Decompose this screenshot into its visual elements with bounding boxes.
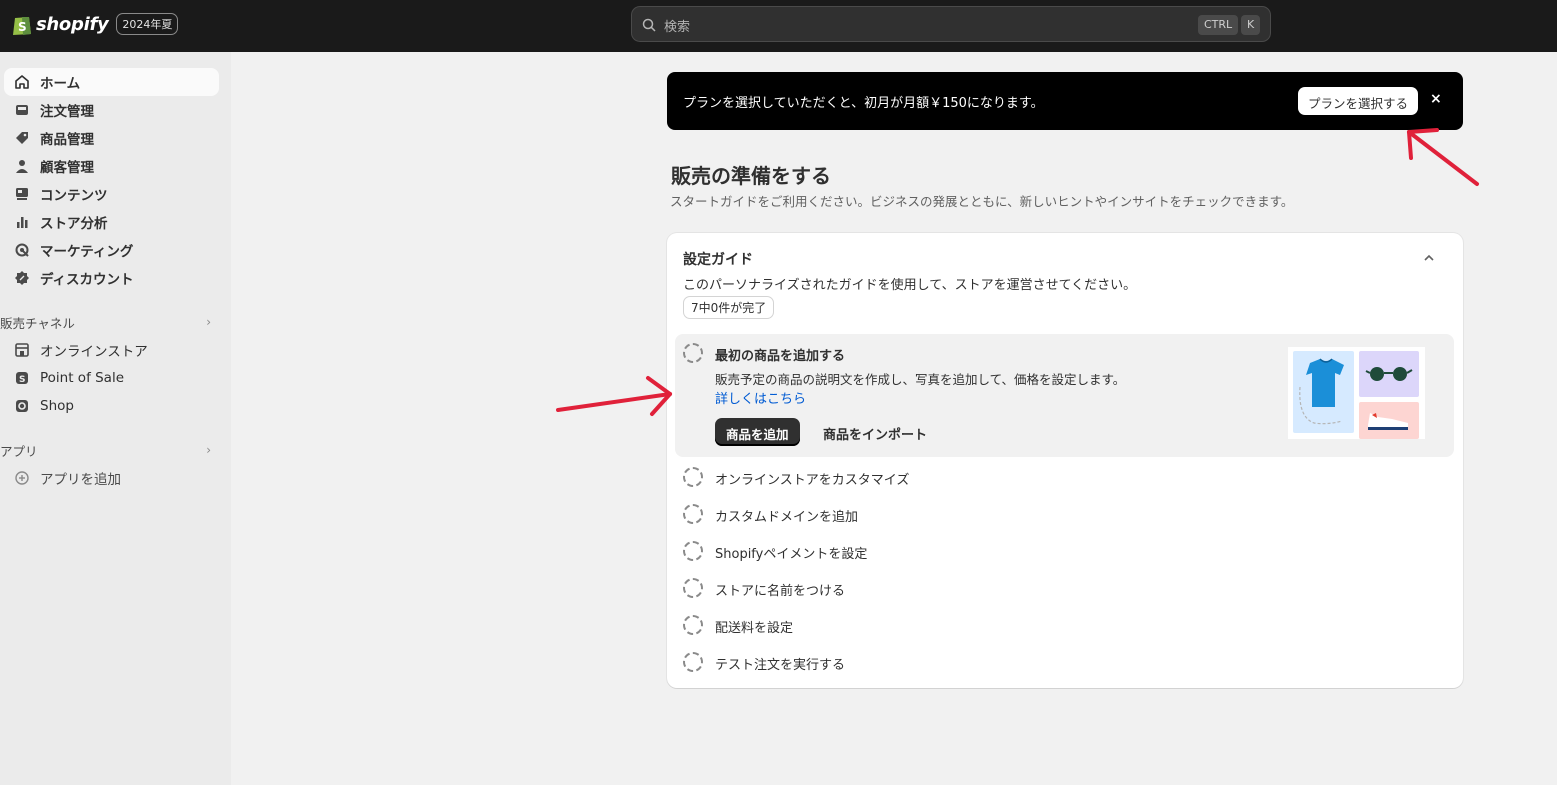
banner-text: プランを選択していただくと、初月が月額￥150になります。 [683, 96, 1044, 111]
apps-label: アプリ [0, 443, 38, 459]
incomplete-circle-icon[interactable] [683, 343, 703, 363]
shortcut-ctrl-key: CTRL [1198, 15, 1239, 35]
sidebar-item-online-store[interactable]: オンラインストア [4, 336, 219, 364]
task-label: ストアに名前をつける [715, 584, 846, 599]
select-plan-button[interactable]: プランを選択する [1298, 87, 1419, 115]
sidebar-item-shop[interactable]: Shop [4, 392, 219, 420]
shortcut-k-key: K [1241, 15, 1261, 35]
edition-badge[interactable]: 2024年夏 [116, 13, 179, 35]
sidebar-item-customers[interactable]: 顧客管理 [4, 152, 219, 180]
task-label: オンラインストアをカスタマイズ [715, 473, 910, 488]
sidebar-item-orders[interactable]: 注文管理 [4, 96, 219, 124]
sidebar-item-label: Point of Sale [40, 370, 125, 386]
task-customize-online-store[interactable]: オンラインストアをカスタマイズ [683, 462, 1443, 492]
incomplete-circle-icon[interactable] [683, 615, 703, 635]
task-add-custom-domain[interactable]: カスタムドメインを追加 [683, 499, 1443, 529]
task-label: 配送料を設定 [715, 621, 794, 636]
setup-guide-card: 設定ガイド このパーソナライズされたガイドを使用して、ストアを運営させてください… [667, 233, 1463, 688]
person-icon [13, 157, 31, 175]
svg-text:S: S [18, 20, 27, 34]
sidebar-item-analytics[interactable]: ストア分析 [4, 208, 219, 236]
discount-icon [13, 269, 31, 287]
chevron-right-icon: › [206, 443, 211, 457]
sidebar-item-label: コンテンツ [40, 188, 108, 204]
content-icon [13, 185, 31, 203]
pos-icon: S [13, 369, 31, 387]
sales-channels-label: 販売チャネル [0, 315, 75, 331]
sales-channels-heading[interactable]: 販売チャネル › [0, 310, 219, 334]
apps-heading[interactable]: アプリ › [0, 438, 219, 462]
import-products-button[interactable]: 商品をインポート [823, 424, 927, 443]
search-icon [642, 17, 656, 36]
sidebar-item-label: ホーム [40, 76, 81, 92]
search-placeholder: 検索 [664, 20, 691, 35]
target-icon [13, 241, 31, 259]
incomplete-circle-icon[interactable] [683, 652, 703, 672]
home-icon [13, 73, 31, 91]
sidebar-item-home[interactable]: ホーム [4, 68, 219, 96]
shop-icon [13, 397, 31, 415]
task-test-order[interactable]: テスト注文を実行する [683, 647, 1443, 677]
chevron-up-icon[interactable] [1423, 249, 1435, 268]
task-label: カスタムドメインを追加 [715, 510, 859, 525]
sidebar-item-discounts[interactable]: ディスカウント [4, 264, 219, 292]
inbox-icon [13, 101, 31, 119]
shopify-logo[interactable]: S shopify 2024年夏 [12, 12, 179, 36]
sidebar-item-label: 注文管理 [40, 104, 94, 120]
annotation-arrow-banner [1407, 128, 1479, 186]
sidebar-item-label: マーケティング [40, 244, 134, 260]
sidebar-item-content[interactable]: コンテンツ [4, 180, 219, 208]
sidebar-item-add-app[interactable]: アプリを追加 [4, 464, 219, 492]
plus-circle-icon [13, 469, 31, 487]
sidebar-item-label: オンラインストア [40, 344, 148, 360]
incomplete-circle-icon[interactable] [683, 504, 703, 524]
sidebar-item-products[interactable]: 商品管理 [4, 124, 219, 152]
task-label: テスト注文を実行する [715, 658, 846, 673]
sidebar-item-pos[interactable]: S Point of Sale [4, 364, 219, 392]
incomplete-circle-icon[interactable] [683, 541, 703, 561]
add-product-button[interactable]: 商品を追加 [715, 418, 800, 446]
incomplete-circle-icon[interactable] [683, 467, 703, 487]
store-icon [13, 341, 31, 359]
task-name-store[interactable]: ストアに名前をつける [683, 573, 1443, 603]
brand-name: shopify [36, 13, 109, 35]
tag-icon [13, 129, 31, 147]
learn-more-link[interactable]: 詳しくはこちら [715, 388, 806, 407]
task-description: 販売予定の商品の説明文を作成し、写真を追加して、価格を設定します。 [715, 372, 1126, 387]
task-title: 最初の商品を追加する [715, 349, 846, 364]
sidebar-item-label: ストア分析 [40, 216, 108, 232]
setup-guide-title: 設定ガイド [683, 252, 753, 268]
sidebar-item-label: Shop [40, 398, 74, 414]
sidebar-item-label: アプリを追加 [40, 472, 121, 488]
task-setup-payments[interactable]: Shopifyペイメントを設定 [683, 536, 1443, 566]
close-icon[interactable]: × [1430, 91, 1442, 107]
sidebar-item-label: 顧客管理 [40, 160, 94, 176]
chart-icon [13, 213, 31, 231]
products-illustration [1288, 347, 1425, 439]
sidebar-item-marketing[interactable]: マーケティング [4, 236, 219, 264]
task-add-first-product[interactable]: 最初の商品を追加する 販売予定の商品の説明文を作成し、写真を追加して、価格を設定… [675, 334, 1454, 457]
sidebar-item-label: 商品管理 [40, 132, 94, 148]
task-setup-shipping[interactable]: 配送料を設定 [683, 610, 1443, 640]
sidebar-item-label: ディスカウント [40, 272, 134, 288]
chevron-right-icon: › [206, 315, 211, 329]
progress-badge: 7中0件が完了 [683, 296, 775, 319]
svg-text:S: S [19, 375, 25, 385]
search-input[interactable]: 検索 CTRL K [631, 6, 1271, 42]
task-label: Shopifyペイメントを設定 [715, 547, 868, 562]
setup-guide-description: このパーソナライズされたガイドを使用して、ストアを運営させてください。 [683, 278, 1137, 293]
page-title: 販売の準備をする [671, 164, 831, 188]
shopify-bag-icon: S [12, 12, 32, 36]
annotation-arrow-task [556, 376, 672, 416]
page-subtitle: スタートガイドをご利用ください。ビジネスの発展とともに、新しいヒントやインサイト… [670, 194, 1294, 209]
top-bar: S shopify 2024年夏 検索 CTRL K [0, 0, 1557, 52]
sidebar: ホーム 注文管理 商品管理 顧客管理 コンテンツ ストア分析 マーケティング デ… [0, 52, 231, 785]
plan-banner: プランを選択していただくと、初月が月額￥150になります。 プランを選択する × [667, 72, 1463, 130]
incomplete-circle-icon[interactable] [683, 578, 703, 598]
